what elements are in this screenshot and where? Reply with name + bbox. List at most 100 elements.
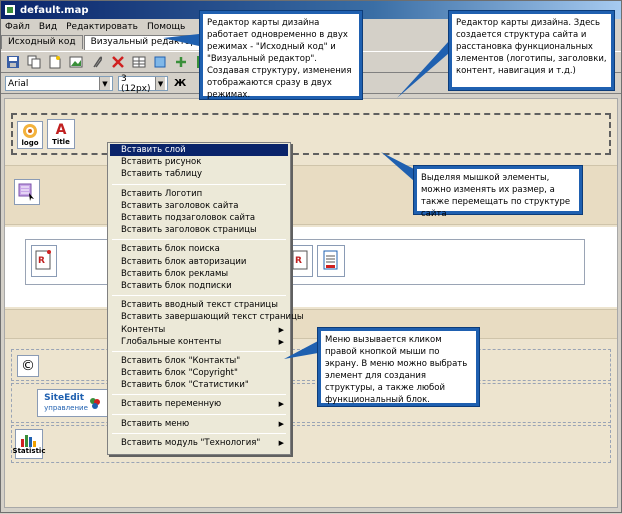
design-map-canvas[interactable]: logo A Title R R © SiteEdit управление S… bbox=[4, 98, 618, 508]
size-select-value: 3 (12px) bbox=[121, 73, 151, 94]
font-select-value: Arial bbox=[8, 78, 29, 89]
chevron-down-icon: ▼ bbox=[99, 77, 110, 90]
content-block-2[interactable]: R bbox=[289, 245, 313, 277]
context-menu-item-label: Вставить вводный текст страницы bbox=[121, 300, 278, 311]
content-block-icon: R bbox=[292, 250, 308, 270]
context-menu-item[interactable]: Вставить заголовок страницы bbox=[110, 224, 288, 236]
context-menu-item[interactable]: Вставить рисунок bbox=[110, 156, 288, 168]
menu-separator bbox=[112, 239, 286, 241]
context-menu-item[interactable]: Вставить заголовок сайта bbox=[110, 200, 288, 212]
menu-separator bbox=[112, 295, 286, 297]
callout-structure: Редактор карты дизайна. Здесь создается … bbox=[448, 10, 615, 91]
callout-resize: Выделяя мышкой элементы, можно изменять … bbox=[413, 165, 583, 219]
new-file-icon[interactable] bbox=[47, 54, 63, 70]
title-block-letter: A bbox=[55, 122, 67, 138]
copy-icon[interactable] bbox=[26, 54, 42, 70]
context-menu-item[interactable]: Вставить меню ▶ bbox=[110, 418, 288, 430]
submenu-arrow-icon: ▶ bbox=[278, 325, 284, 334]
title-block[interactable]: A Title bbox=[47, 119, 75, 149]
submenu-arrow-icon: ▶ bbox=[278, 337, 284, 346]
menu-separator bbox=[112, 350, 286, 352]
menu-separator bbox=[112, 432, 286, 434]
menu-edit[interactable]: Редактировать bbox=[66, 22, 138, 32]
footer-row-1[interactable] bbox=[11, 349, 611, 381]
content-block-1[interactable]: R bbox=[31, 245, 57, 277]
siteedit-badge-icon bbox=[89, 398, 100, 409]
context-menu-item[interactable]: Контенты ▶ bbox=[110, 323, 288, 335]
document-icon bbox=[323, 250, 338, 270]
menu-separator bbox=[112, 183, 286, 185]
context-menu-item-label: Вставить блок "Контакты" bbox=[121, 355, 241, 366]
size-select[interactable]: 3 (12px) ▼ bbox=[118, 73, 168, 94]
context-menu-item[interactable]: Глобальные контенты ▶ bbox=[110, 336, 288, 348]
context-menu-item[interactable]: Вставить блок поиска bbox=[110, 243, 288, 255]
context-menu-item[interactable]: Вставить завершающий текст страницы bbox=[110, 311, 304, 323]
context-menu-item[interactable]: Вставить блок подписки bbox=[110, 280, 288, 292]
context-menu-item[interactable]: Вставить вводный текст страницы bbox=[110, 299, 288, 311]
add-icon[interactable] bbox=[173, 54, 189, 70]
content-block-icon: R bbox=[35, 250, 51, 270]
context-menu-item-label: Вставить меню bbox=[121, 418, 190, 429]
attach-icon[interactable] bbox=[89, 54, 105, 70]
table-icon[interactable] bbox=[131, 54, 147, 70]
statistic-block-label: Statistic bbox=[12, 447, 46, 455]
window-title: default.map bbox=[20, 4, 89, 16]
save-icon[interactable] bbox=[5, 54, 21, 70]
context-menu-item[interactable]: Вставить блок "Контакты" bbox=[110, 355, 288, 367]
layer-icon[interactable] bbox=[152, 54, 168, 70]
statistic-block[interactable]: Statistic bbox=[12, 429, 46, 459]
callout-structure-text: Редактор карты дизайна. Здесь создается … bbox=[452, 14, 611, 87]
menu-view[interactable]: Вид bbox=[39, 22, 57, 32]
context-menu-item[interactable]: Вставить блок "Статистики" bbox=[110, 379, 288, 391]
submenu-arrow-icon: ▶ bbox=[278, 438, 284, 447]
selected-header-layer[interactable] bbox=[11, 113, 611, 155]
context-menu-item-label: Вставить блок авторизации bbox=[121, 256, 247, 267]
context-menu-item[interactable]: Вставить слой bbox=[110, 144, 288, 157]
context-menu-item-label: Вставить блок поиска bbox=[121, 244, 220, 255]
tab-visual-editor[interactable]: Визуальный редактор bbox=[83, 35, 203, 50]
context-menu-item[interactable]: Вставить переменную ▶ bbox=[110, 398, 288, 410]
submenu-arrow-icon: ▶ bbox=[278, 400, 284, 409]
delete-icon[interactable] bbox=[110, 54, 126, 70]
copyright-block[interactable]: © bbox=[17, 355, 39, 377]
context-menu-item[interactable]: Вставить блок авторизации bbox=[110, 256, 288, 268]
content-block-3[interactable] bbox=[317, 245, 345, 277]
logo-block[interactable]: logo bbox=[17, 121, 43, 149]
menu-block[interactable] bbox=[14, 179, 40, 205]
siteedit-logo: SiteEdit управление bbox=[44, 393, 88, 413]
menu-block-icon bbox=[18, 183, 34, 201]
copyright-symbol: © bbox=[21, 358, 35, 374]
app-window: default.map Файл Вид Редактировать Помощ… bbox=[0, 0, 622, 513]
footer-row-3[interactable] bbox=[11, 425, 611, 463]
context-menu-item-label: Вставить блок "Copyright" bbox=[121, 368, 238, 379]
image-icon[interactable] bbox=[68, 54, 84, 70]
svg-text:R: R bbox=[295, 256, 302, 266]
context-menu-item-label: Вставить блок рекламы bbox=[121, 268, 229, 279]
context-menu-item-label: Вставить заголовок страницы bbox=[121, 225, 257, 236]
bold-button[interactable]: Ж bbox=[174, 78, 186, 89]
tab-source-code[interactable]: Исходный код bbox=[1, 35, 83, 49]
context-menu-item-label: Вставить подзаголовок сайта bbox=[121, 213, 256, 224]
menu-help[interactable]: Помощь bbox=[147, 22, 185, 32]
context-menu-item[interactable]: Вставить блок "Copyright" bbox=[110, 367, 288, 379]
title-block-label: Title bbox=[52, 138, 70, 146]
context-menu-item-label: Вставить завершающий текст страницы bbox=[121, 312, 304, 323]
logo-icon bbox=[23, 124, 37, 138]
chevron-down-icon: ▼ bbox=[155, 77, 165, 90]
siteedit-block[interactable]: SiteEdit управление bbox=[37, 389, 109, 417]
context-menu-item-label: Вставить Логотип bbox=[121, 188, 203, 199]
context-menu-item-label: Вставить слой bbox=[121, 145, 186, 156]
context-menu-item-label: Вставить модуль "Технология" bbox=[121, 437, 261, 448]
callout-modes: Редактор карты дизайна работает одноврем… bbox=[199, 10, 363, 100]
menu-file[interactable]: Файл bbox=[5, 22, 30, 32]
context-menu-item[interactable]: Вставить Логотип bbox=[110, 188, 288, 200]
context-menu-item[interactable]: Вставить модуль "Технология" ▶ bbox=[110, 437, 288, 449]
context-menu-item-label: Вставить блок подписки bbox=[121, 280, 232, 291]
context-menu-item[interactable]: Вставить блок рекламы bbox=[110, 268, 288, 280]
svg-text:R: R bbox=[38, 256, 45, 266]
context-menu-item-label: Вставить рисунок bbox=[121, 157, 202, 168]
context-menu-item[interactable]: Вставить таблицу bbox=[110, 168, 288, 180]
context-menu-item[interactable]: Вставить подзаголовок сайта bbox=[110, 212, 288, 224]
context-menu-item-label: Вставить переменную bbox=[121, 399, 222, 410]
font-select[interactable]: Arial ▼ bbox=[5, 76, 113, 91]
